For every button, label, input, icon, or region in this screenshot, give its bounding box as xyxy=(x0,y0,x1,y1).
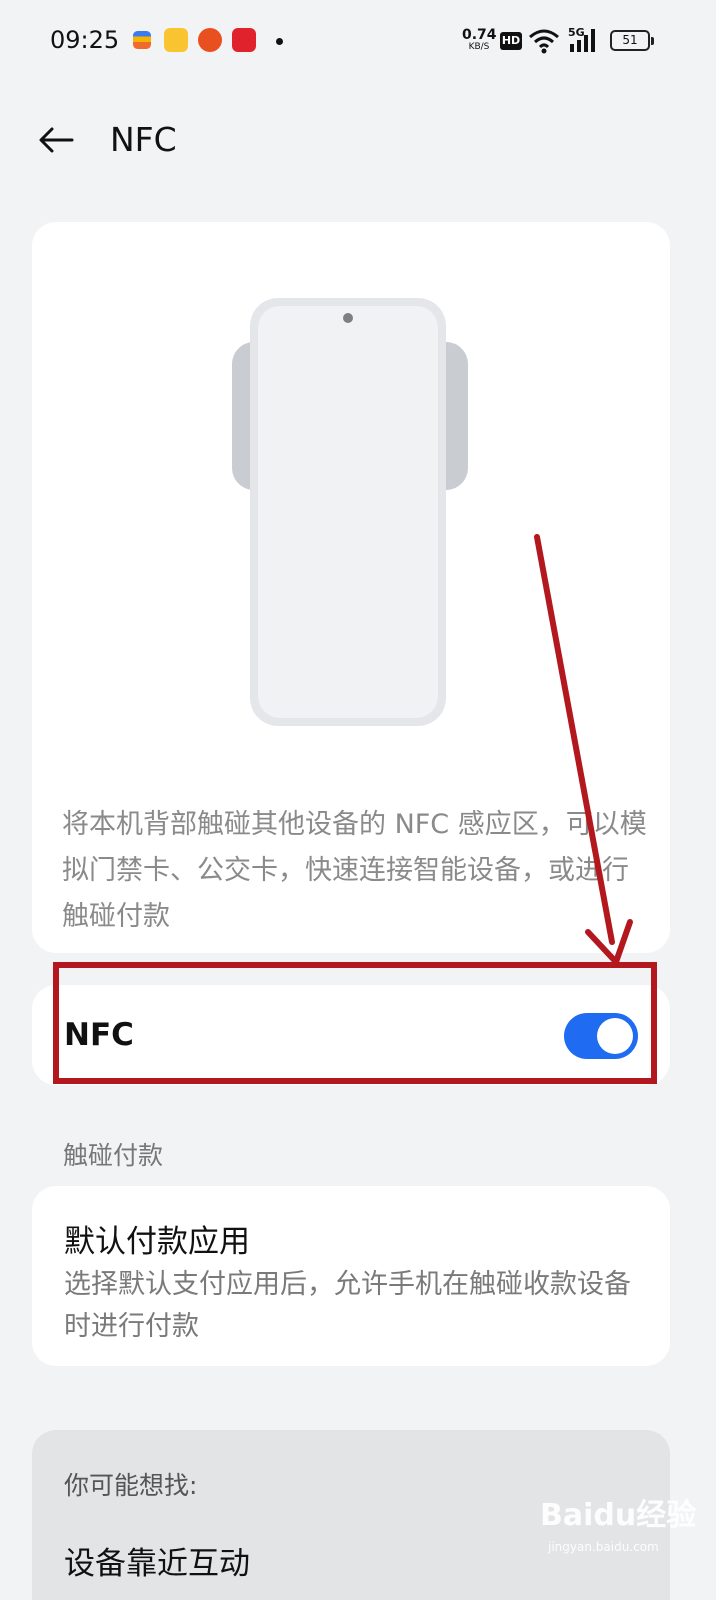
default-payment-description: 选择默认支付应用后，允许手机在触碰收款设备时进行付款 xyxy=(64,1269,631,1342)
suggestion-item[interactable]: 设备靠近互动 xyxy=(64,1538,250,1583)
annotation-arrow-icon xyxy=(534,534,633,965)
default-payment-app-item[interactable]: 默认付款应用 选择默认支付应用后，允许手机在触碰收款设备时进行付款 xyxy=(32,1186,670,1366)
default-payment-title: 默认付款应用 xyxy=(64,1224,250,1260)
section-label-touch-pay: 触碰付款 xyxy=(63,1141,164,1170)
baidu-watermark-url: jingyan.baidu.com xyxy=(548,1540,659,1554)
suggestions-heading: 你可能想找: xyxy=(64,1471,198,1500)
baidu-watermark: Baidu经验 xyxy=(540,1498,697,1533)
